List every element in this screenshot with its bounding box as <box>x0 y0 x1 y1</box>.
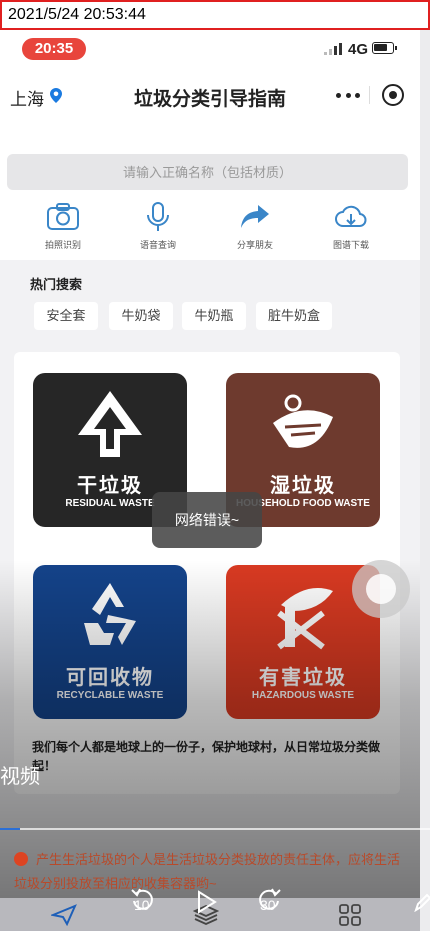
search-panel: 拍照识别 语音查询 分享朋友 <box>0 122 420 260</box>
rewind-seconds: 10 <box>134 897 150 913</box>
notice-text: 产生生活垃圾的个人是生活垃圾分类投放的责任主体，应将生活垃圾分别投放至相应的收集… <box>14 852 401 891</box>
food-waste-icon <box>273 394 333 448</box>
paper-plane-icon <box>49 904 77 927</box>
play-icon[interactable] <box>196 890 218 914</box>
tool-label: 分享朋友 <box>236 240 273 250</box>
status-bar: 20:35 4G <box>0 30 420 72</box>
bin-english-name: RECYCLABLE WASTE <box>56 690 164 701</box>
pen-icon[interactable] <box>414 892 430 912</box>
tab-more[interactable]: 更多 <box>320 904 380 931</box>
recyclable-waste-tile[interactable]: 可回收物 RECYCLABLE WASTE <box>33 565 187 719</box>
video-progress-track[interactable] <box>0 828 430 830</box>
hot-search-title: 热门搜索 <box>30 277 83 292</box>
nav-divider <box>369 86 370 104</box>
hot-search-chip[interactable]: 牛奶瓶 <box>182 302 246 330</box>
tool-photo-recognition[interactable]: 拍照识别 <box>28 202 98 251</box>
camera-icon <box>47 203 79 230</box>
video-progress-fill <box>0 828 20 830</box>
status-time: 20:35 <box>22 38 86 60</box>
recording-timestamp: 2021/5/24 20:53:44 <box>0 0 430 30</box>
network-type: 4G <box>348 41 369 58</box>
floating-assistive-button[interactable] <box>352 560 410 618</box>
waste-category-card: 干垃圾 RESIDUAL WASTE 湿垃圾 HOUSEHOLD FOOD WA… <box>14 352 400 794</box>
tool-voice-search[interactable]: 语音查询 <box>123 202 193 251</box>
tool-label: 图谱下载 <box>332 240 369 250</box>
video-overlay-label: 视频 <box>0 766 40 788</box>
signal-icon <box>324 43 344 55</box>
phone-screen: 20:35 4G 上海 垃圾分类引导指南 请输入正确名称（包括材质） 拍照识别 … <box>0 30 420 931</box>
share-arrow-icon <box>241 205 269 228</box>
bin-name: 有害垃圾 <box>259 667 347 689</box>
tool-label: 拍照识别 <box>44 240 81 250</box>
nav-bar: 上海 垃圾分类引导指南 <box>0 72 420 122</box>
microphone-icon <box>147 202 169 231</box>
search-input[interactable] <box>7 154 408 190</box>
residual-waste-icon <box>78 391 142 457</box>
bin-english-name: HAZARDOUS WASTE <box>251 690 355 701</box>
recycle-icon <box>84 583 136 645</box>
tab-guide[interactable]: 指南 <box>34 904 94 931</box>
hot-search-chip[interactable]: 脏牛奶盒 <box>256 302 332 330</box>
close-miniprogram-icon[interactable] <box>382 84 404 106</box>
download-cloud-icon <box>335 205 367 227</box>
error-toast: 网络错误~ <box>152 492 262 548</box>
more-options-icon[interactable] <box>336 84 360 106</box>
slogan-text: 我们每个人都是地球上的一份子，保护地球村，从日常垃圾分类做起！ <box>32 740 381 773</box>
hot-search-chip[interactable]: 安全套 <box>34 302 98 330</box>
bin-name: 可回收物 <box>66 667 154 689</box>
tool-chart-download[interactable]: 图谱下载 <box>316 202 386 251</box>
hot-search-chip[interactable]: 牛奶袋 <box>109 302 173 330</box>
forward-seconds: 30 <box>260 897 276 913</box>
hazardous-waste-icon <box>277 588 333 650</box>
screen: 2021/5/24 20:53:44 20:35 4G 上海 垃圾分类引导指南 <box>0 0 430 931</box>
tool-label: 语音查询 <box>139 240 176 250</box>
grid-icon <box>339 904 361 926</box>
battery-icon <box>372 42 397 54</box>
tool-share-friends[interactable]: 分享朋友 <box>220 202 290 251</box>
